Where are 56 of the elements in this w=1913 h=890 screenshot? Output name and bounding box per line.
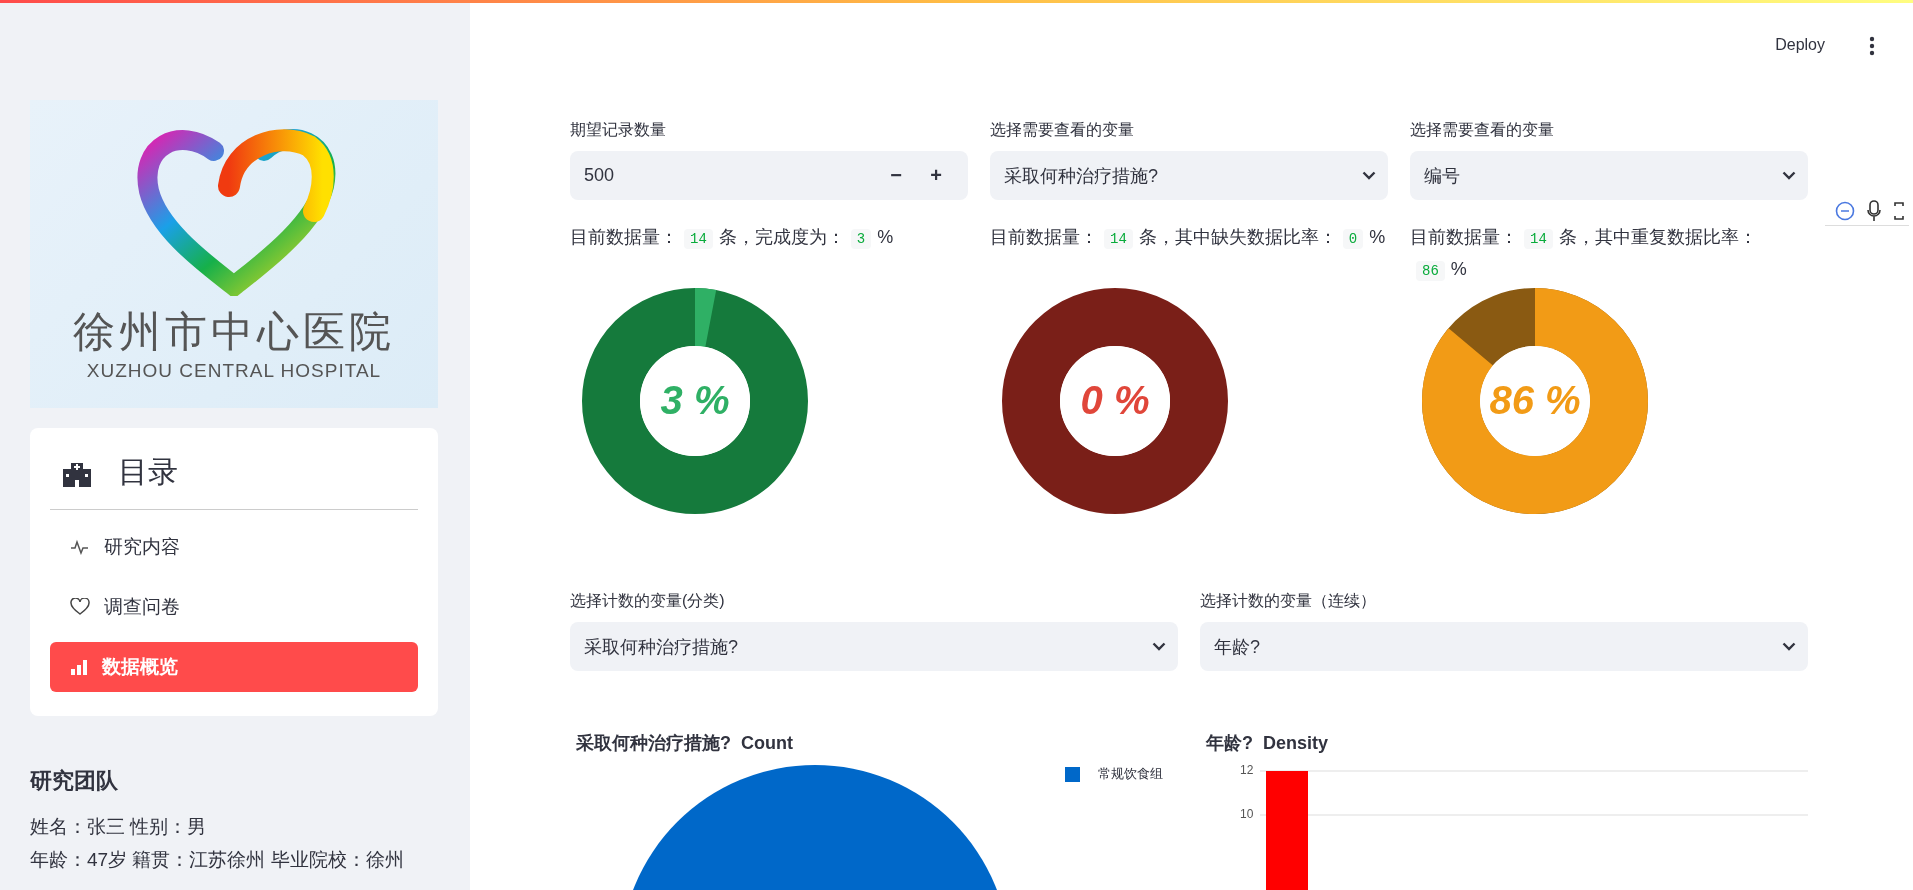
code-value: 3 (850, 229, 872, 249)
stat-text: % (877, 227, 894, 247)
field-label: 选择需要查看的变量 (1410, 120, 1554, 140)
stat-text: % (1369, 227, 1386, 247)
donut-chart: 86 % (1420, 286, 1650, 516)
field-label: 选择计数的变量(分类) (570, 591, 725, 611)
field-label: 期望记录数量 (570, 120, 666, 140)
fullscreen-icon[interactable] (1893, 201, 1905, 221)
stat-text: 条，完成度为： (718, 227, 845, 247)
microphone-icon[interactable] (1867, 200, 1881, 222)
field-label: 选择计数的变量（连续） (1200, 591, 1376, 611)
select-dropdown[interactable]: 采取何种治疗措施? (570, 622, 1178, 671)
chevron-down-icon (1782, 642, 1796, 651)
code-value: 14 (1524, 229, 1553, 249)
donut-chart: 0 % (1000, 286, 1230, 516)
axis-tick-label: 12 (1240, 763, 1254, 777)
chart-title: 采取何种治疗措施? Count (576, 732, 793, 755)
stat-text: 目前数据量： (570, 227, 678, 247)
heart-icon (70, 598, 90, 616)
field-label: 选择需要查看的变量 (990, 120, 1134, 140)
chart-title: 年龄? Density (1206, 732, 1329, 755)
stat-text: 条，其中重复数据比率： (1558, 227, 1757, 247)
badge-icon[interactable] (1835, 201, 1855, 221)
bar-chart-icon (70, 659, 88, 675)
legend-swatch (1065, 766, 1080, 782)
stat-text: 条，其中缺失数据比率： (1138, 227, 1337, 247)
code-value: 86 (1416, 260, 1445, 281)
code-value: 14 (684, 229, 713, 249)
team-info: 年龄：47岁 籍贯：江苏徐州 毕业院校：徐州 (30, 847, 405, 872)
code-value: 0 (1342, 229, 1364, 249)
axis-tick-label: 10 (1240, 807, 1254, 821)
chevron-down-icon (1362, 171, 1376, 180)
team-info: 姓名：张三 性别：男 (30, 815, 208, 839)
menu-title: 目录 (118, 454, 178, 490)
stat-text: % (1450, 258, 1467, 279)
increment-button[interactable]: + (916, 163, 956, 188)
nav-item[interactable]: 调查问卷 (50, 582, 418, 632)
deploy-button[interactable]: Deploy (1767, 30, 1833, 60)
logo-subtitle: XUZHOU CENTRAL HOSPITAL (86, 360, 382, 382)
select-dropdown[interactable]: 年龄? (1200, 622, 1808, 671)
stat-text: 目前数据量： (1410, 227, 1518, 247)
legend-label: 常规饮食组 (1098, 765, 1163, 783)
chevron-down-icon (1782, 171, 1796, 180)
code-value: 14 (1104, 229, 1133, 249)
decrement-button[interactable]: − (876, 163, 916, 188)
stat-text: 目前数据量： (990, 227, 1098, 247)
nav-item[interactable]: 研究内容 (50, 522, 418, 572)
logo-name: 徐州市中心医院 (73, 307, 395, 357)
chevron-down-icon (1152, 642, 1166, 651)
select-dropdown[interactable]: 编号 (1410, 151, 1808, 200)
pulse-icon (70, 539, 90, 555)
menu-icon[interactable] (1869, 36, 1875, 56)
number-input[interactable]: 500 − + (570, 151, 968, 200)
donut-chart: 3 % (580, 286, 810, 516)
team-heading: 研究团队 (30, 767, 119, 795)
select-dropdown[interactable]: 采取何种治疗措施? (990, 151, 1388, 200)
